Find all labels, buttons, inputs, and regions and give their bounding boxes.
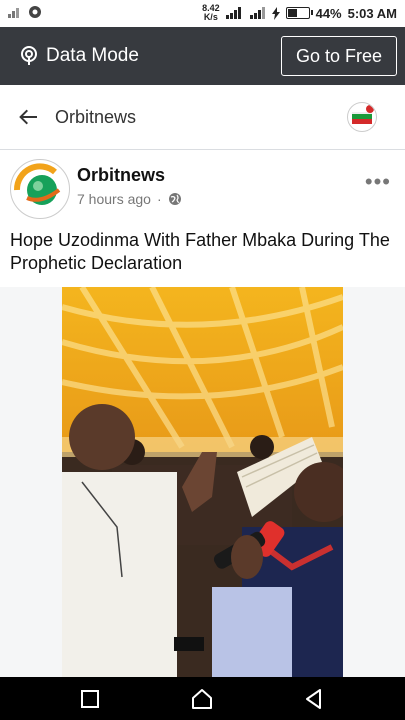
battery-icon (285, 7, 313, 19)
post-meta: 7 hours ago · (77, 191, 182, 207)
home-icon[interactable] (190, 687, 214, 711)
page-title: Orbitnews (55, 107, 137, 127)
post-photo[interactable] (62, 287, 343, 677)
go-to-free-button[interactable]: Go to Free (280, 36, 397, 76)
back-arrow-icon[interactable] (16, 105, 40, 129)
post-author[interactable]: Orbitnews (77, 165, 165, 186)
meta-separator: · (156, 191, 162, 207)
party-logo[interactable] (347, 102, 377, 132)
cell-signal-2-icon (249, 7, 265, 19)
status-bar: 8.42 K/s 44% 5:03 AM (0, 0, 405, 27)
avatar[interactable] (10, 159, 70, 219)
data-mode-banner: Data Mode Go to Free (0, 27, 405, 85)
party-flag-icon (352, 105, 374, 124)
charging-icon (271, 6, 280, 20)
post-caption: Hope Uzodinma With Father Mbaka During T… (10, 230, 390, 273)
globe-icon (168, 193, 181, 205)
navigation-bar (0, 677, 405, 720)
post-time: 7 hours ago (77, 191, 151, 207)
back-triangle-icon[interactable] (302, 687, 326, 711)
notification-icon (29, 6, 41, 18)
data-mode-indicator: Data Mode (20, 45, 139, 67)
data-mode-label: Data Mode (46, 45, 139, 66)
network-speed: 8.42 K/s (202, 4, 220, 22)
page-header: Orbitnews (0, 85, 405, 150)
orbitnews-logo-icon (13, 163, 66, 215)
battery-percent: 44% (315, 5, 342, 21)
recent-apps-square-icon[interactable] (78, 687, 102, 711)
post-header: Orbitnews 7 hours ago · ••• (0, 150, 405, 225)
photo-scene (62, 287, 343, 677)
post-photo-area (0, 287, 405, 677)
battery-fill (287, 9, 298, 17)
clock: 5:03 AM (347, 5, 397, 21)
signal-icon (8, 8, 19, 18)
speed-unit: K/s (203, 12, 218, 22)
data-mode-icon (21, 46, 37, 65)
more-icon[interactable]: ••• (365, 169, 391, 195)
cell-signal-icon (225, 7, 241, 19)
